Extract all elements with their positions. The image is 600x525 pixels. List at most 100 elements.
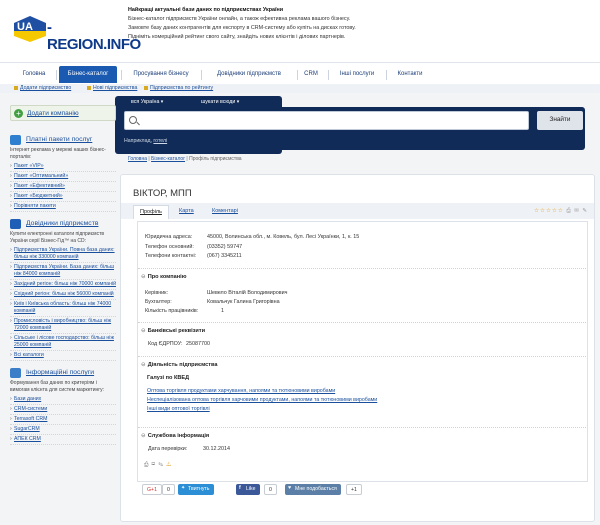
- database-icon: [10, 368, 21, 378]
- fb-like-button[interactable]: f Like: [236, 484, 260, 495]
- sidebar-link-dir-84000[interactable]: Підприємства України. База даних: більш …: [10, 264, 116, 280]
- accountant-label: Бухгалтер:: [145, 299, 172, 305]
- warning-icon[interactable]: ⚠: [166, 462, 174, 468]
- nav-home[interactable]: Головна: [14, 68, 54, 82]
- company-title: ВІКТОР, МПП: [133, 188, 192, 199]
- subnav-new-companies[interactable]: Нові підприємства: [87, 85, 137, 91]
- nav-other-services[interactable]: Інші послуги: [332, 68, 382, 82]
- sidebar-directories-section: Довідники підприємств Купити електронні …: [10, 219, 116, 361]
- twitter-icon: ✦: [181, 485, 186, 491]
- nav-business-catalog[interactable]: Бізнес-каталог: [59, 66, 117, 83]
- rating-stars-icon[interactable]: ☆☆☆☆☆: [534, 208, 564, 214]
- vk-like-count: +1: [346, 484, 362, 495]
- print-icon[interactable]: ⎙: [566, 208, 571, 214]
- nav-separator: [328, 70, 329, 80]
- rating-and-tools: ☆☆☆☆☆ ⎙ ✉ ✎: [534, 208, 588, 215]
- sub-nav: Додати підприємство Нові підприємства Пі…: [0, 84, 600, 93]
- divider: [138, 356, 586, 357]
- vk-heart-icon: ♥: [288, 485, 292, 491]
- sidebar-link-dir-west[interactable]: Західний регіон: більш ніж 70000 компані…: [10, 281, 116, 290]
- kved-link-3[interactable]: Інші види оптової торгівлі: [147, 406, 210, 412]
- info-services-desc: Формування баз даних по критеріям і вимо…: [10, 380, 104, 393]
- phone-contact-label: Телефони контактні:: [145, 253, 197, 259]
- sidebar-link-optimal[interactable]: Пакет «Оптимальний»: [10, 173, 116, 182]
- site-name: -REGION.INFO: [47, 19, 141, 53]
- activity-section-title[interactable]: Діяльність підприємства: [141, 362, 218, 368]
- paid-packages-title[interactable]: Платні пакети послуг: [10, 135, 116, 147]
- tagline-line-2: Замовте базу даних контрагентів для експ…: [128, 25, 356, 31]
- nav-crm[interactable]: CRM: [300, 68, 322, 82]
- search-icon: [129, 116, 137, 124]
- add-company-button[interactable]: + Додати компанію: [10, 105, 116, 121]
- service-section-title[interactable]: Службова інформація: [141, 433, 210, 439]
- sidebar-link-dir-all[interactable]: Всі каталоги: [10, 352, 116, 361]
- nav-separator: [386, 70, 387, 80]
- vk-like-button[interactable]: ♥ Мне подобається: [285, 484, 341, 495]
- legal-address-value: 45000, Волинська обл., м. Ковель, бул. Л…: [207, 234, 360, 240]
- sidebar-link-effective[interactable]: Пакет «Ефективний»: [10, 183, 116, 192]
- phone-main-label: Телефон основний:: [145, 244, 194, 250]
- search-example: Наприклад, готелі: [124, 138, 167, 144]
- subnav-by-rating[interactable]: Підприємства по рейтингу: [144, 85, 213, 91]
- phone-contact-value: (067) 3345211: [207, 253, 242, 259]
- sidebar-link-dir-kyiv[interactable]: Київ і Київська область: більш ніж 74000…: [10, 301, 116, 317]
- directories-title[interactable]: Довідники підприємств: [10, 219, 116, 231]
- kved-link-2[interactable]: Неспеціалізована оптова торгівля харчови…: [147, 397, 377, 403]
- sidebar-link-vip[interactable]: Пакет «VIP»: [10, 163, 116, 172]
- nav-separator: [297, 70, 298, 80]
- staff-value: 1: [221, 308, 224, 314]
- region-select[interactable]: вся Україна: [131, 99, 163, 105]
- sidebar-link-dir-industry[interactable]: Промисловість і виробництво: більш ніж 7…: [10, 318, 116, 334]
- about-section-title[interactable]: Про компанію: [141, 274, 187, 280]
- sidebar-link-terrasoft[interactable]: Terrasoft CRM: [10, 416, 116, 425]
- breadcrumb-catalog[interactable]: Бізнес-каталог: [151, 156, 185, 162]
- kved-link-1[interactable]: Оптова торгівля продуктами харчування, н…: [147, 388, 335, 394]
- main-nav: Головна Бізнес-каталог Просування бізнес…: [0, 62, 600, 84]
- nav-directories[interactable]: Довідники підприємств: [205, 68, 293, 82]
- sidebar-link-crm[interactable]: CRM-системи: [10, 406, 116, 415]
- edit-icon[interactable]: ✎: [582, 208, 588, 214]
- gplus-button[interactable]: G+1: [142, 484, 162, 495]
- add-company-label: Додати компанію: [27, 110, 79, 117]
- subnav-add-company[interactable]: Додати підприємство: [14, 85, 71, 91]
- search-example-link[interactable]: готелі: [153, 138, 167, 144]
- info-services-title[interactable]: Інформаційні послуги: [10, 368, 116, 380]
- tab-profile[interactable]: Профіль: [133, 205, 169, 219]
- divider: [138, 427, 586, 428]
- sidebar-link-budget[interactable]: Пакет «Бюджетний»: [10, 193, 116, 202]
- tab-map[interactable]: Карта: [179, 208, 194, 214]
- sidebar-link-compare[interactable]: Порівняти пакети: [10, 203, 116, 212]
- profile-box: [137, 221, 588, 482]
- sidebar-link-databases[interactable]: Бази даних: [10, 396, 116, 405]
- svg-text:UA: UA: [17, 21, 33, 33]
- sidebar-link-sugarcrm[interactable]: SugarCRM: [10, 426, 116, 435]
- tweet-button[interactable]: ✦ Твитнуть: [178, 484, 214, 495]
- nav-contacts[interactable]: Контакти: [390, 68, 430, 82]
- sidebar-link-dir-east[interactable]: Східний регіон: більш ніж 56000 компаній: [10, 291, 116, 300]
- nav-separator: [56, 70, 57, 80]
- facebook-icon: f: [239, 485, 241, 491]
- nav-separator: [121, 70, 122, 80]
- breadcrumb-current: Профіль підприємства: [189, 156, 242, 162]
- sidebar-link-apek[interactable]: АПЕК CRM: [10, 436, 116, 445]
- site-logo[interactable]: UA -REGION.INFO: [13, 13, 141, 53]
- sidebar: + Додати компанію Платні пакети послуг І…: [10, 105, 116, 452]
- nav-promotion[interactable]: Просування бізнесу: [125, 68, 197, 82]
- card-tools: ⎙✉✎⚠: [144, 462, 174, 469]
- ua-logo-icon: UA: [14, 16, 46, 42]
- sidebar-link-dir-agri[interactable]: Сільське і лісове господарство: більш ні…: [10, 335, 116, 351]
- sidebar-link-dir-full[interactable]: Підприємства України. Повна база даних: …: [10, 247, 116, 263]
- breadcrumb-home[interactable]: Головна: [128, 156, 147, 162]
- search-input[interactable]: [124, 111, 529, 130]
- company-tabs: Профіль Карта Коментарі ☆☆☆☆☆ ⎙ ✉ ✎: [121, 203, 594, 219]
- search-button[interactable]: Знайти: [537, 111, 583, 130]
- header-tagline: Найкращі актуальні бази даних по підприє…: [128, 6, 428, 42]
- phone-main-value: (03352) 59747: [207, 244, 243, 250]
- breadcrumb: Головна | Бізнес-каталог | Профіль підпр…: [128, 156, 242, 162]
- scope-select[interactable]: шукати всюди: [201, 99, 239, 105]
- sidebar-info-section: Інформаційні послуги Формування баз дани…: [10, 368, 116, 445]
- tab-comments[interactable]: Коментарі: [212, 208, 238, 214]
- bank-section-title[interactable]: Банківські реквізити: [141, 328, 205, 334]
- email-icon[interactable]: ✉: [574, 208, 580, 214]
- sidebar-paid-section: Платні пакети послуг Інтернет реклама у …: [10, 135, 116, 212]
